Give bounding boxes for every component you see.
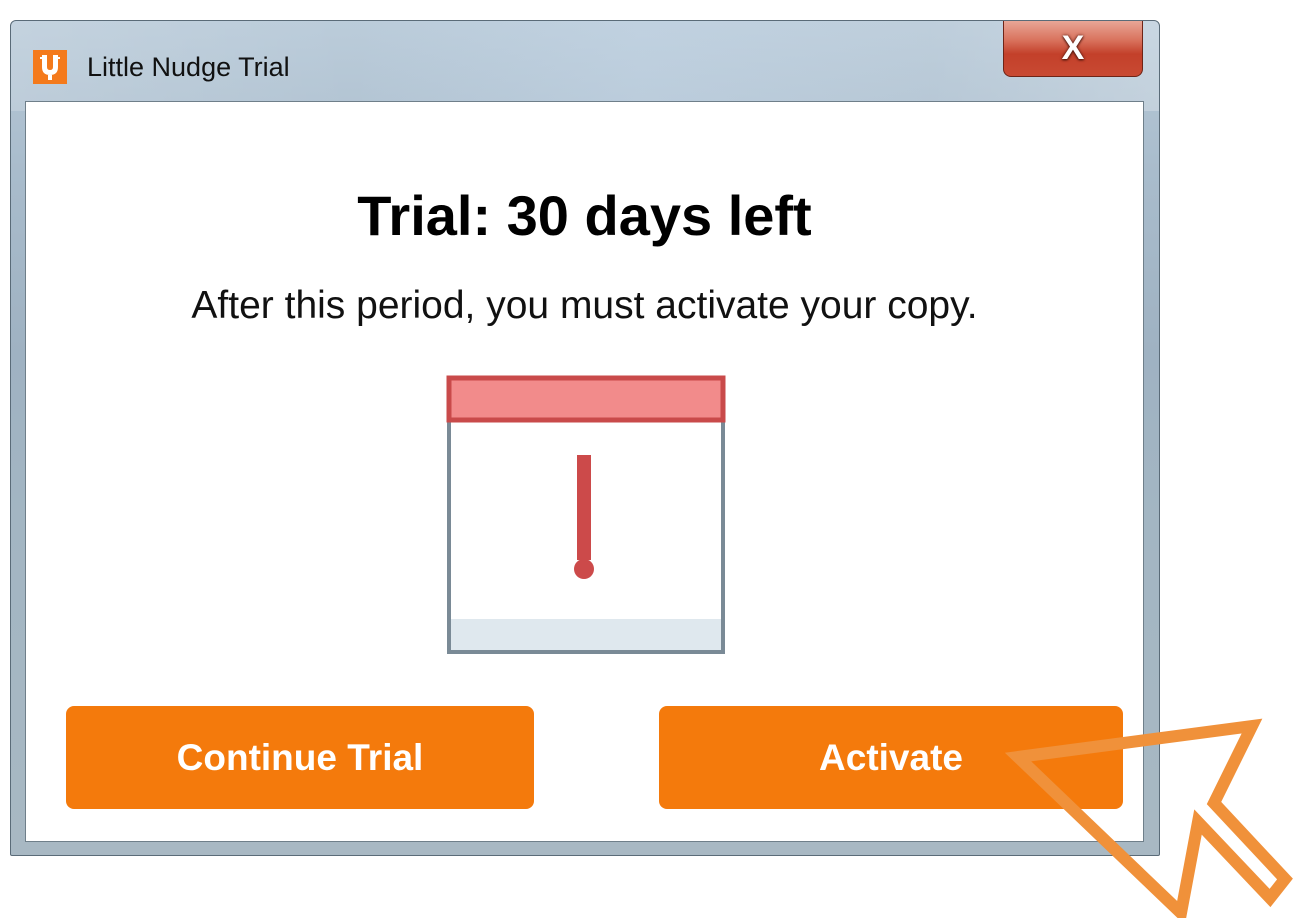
- dialog-content: Trial: 30 days left After this period, y…: [25, 101, 1144, 842]
- app-icon: [33, 50, 67, 84]
- calendar-warning-icon: [446, 375, 726, 654]
- trial-dialog-window: Little Nudge Trial X Trial: 30 days left…: [10, 20, 1160, 856]
- screenshot-stage: Little Nudge Trial X Trial: 30 days left…: [0, 0, 1297, 918]
- title-bar[interactable]: Little Nudge Trial X: [11, 21, 1159, 101]
- little-nudge-app-icon: [40, 55, 60, 80]
- trial-message: After this period, you must activate you…: [191, 284, 978, 327]
- close-icon: X: [1061, 29, 1085, 67]
- close-button[interactable]: X: [1003, 21, 1143, 77]
- continue-trial-button[interactable]: Continue Trial: [66, 706, 534, 809]
- window-title: Little Nudge Trial: [87, 52, 290, 82]
- activate-button[interactable]: Activate: [659, 706, 1123, 809]
- trial-heading: Trial: 30 days left: [357, 184, 812, 247]
